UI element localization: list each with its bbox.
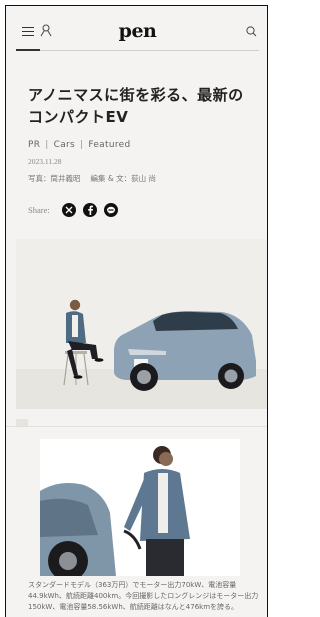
photo-credit: 写真：筒井義昭 <box>28 174 81 183</box>
site-header: pen <box>6 6 267 50</box>
facebook-share-icon[interactable] <box>82 203 97 217</box>
tag-separator: | <box>45 140 49 150</box>
tag-separator: | <box>80 140 84 150</box>
article-tags: PR | Cars | Featured <box>28 140 130 150</box>
share-label: Share: <box>28 205 50 215</box>
publish-date: 2023.11.28 <box>28 157 62 166</box>
tag-pr[interactable]: PR <box>28 140 40 150</box>
search-icon[interactable] <box>246 26 257 37</box>
tag-cars[interactable]: Cars <box>54 140 75 150</box>
tag-featured[interactable]: Featured <box>88 140 130 150</box>
article-photo <box>40 439 240 581</box>
header-divider <box>16 50 259 51</box>
article-title: アノニマスに街を彩る、最新のコンパクトEV <box>28 86 244 126</box>
section-divider <box>6 409 267 427</box>
x-share-icon[interactable] <box>61 203 76 217</box>
photo-caption: スタンダードモデル（363万円）でモーター出力70kW、電池容量44.9kWh、… <box>28 581 259 611</box>
share-bar: Share: <box>28 202 125 218</box>
menu-active-underline <box>16 49 40 51</box>
line-share-icon[interactable] <box>103 203 118 217</box>
charging-photo-illustration <box>40 439 240 581</box>
article-credits: 写真：筒井義昭 編集 & 文：荻山 尚 <box>28 173 156 184</box>
hero-photo-illustration <box>16 239 267 409</box>
hero-image <box>16 239 267 409</box>
site-logo[interactable]: pen <box>6 20 267 42</box>
app-frame: pen アノニマスに街を彩る、最新のコンパクトEV PR | Cars | Featur… <box>5 5 268 617</box>
edit-credit: 編集 & 文：荻山 尚 <box>90 174 157 183</box>
